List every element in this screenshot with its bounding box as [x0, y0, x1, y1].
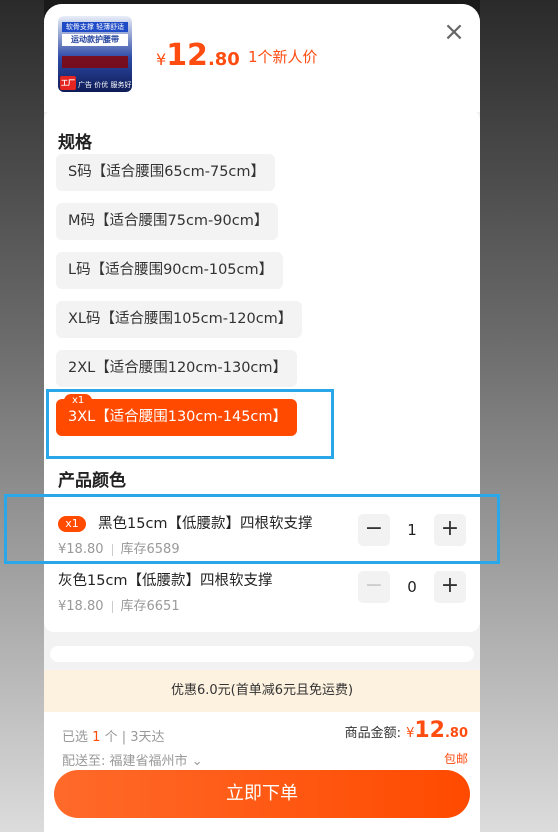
size-option-m[interactable]: M码【适合腰围75cm-90cm】 [56, 203, 279, 240]
total-decimal: .80 [444, 726, 468, 741]
background-right [480, 0, 558, 832]
thumbnail-tagline: 广告 价优 服务好 [78, 81, 132, 89]
checkout-footer: 已选 1 个 | 3天达 配送至: 福建省福州市 ⌄ 商品金额: ¥12.80 … [44, 712, 480, 832]
color-option-gray: 灰色15cm【低腰款】四根软支撑 ¥18.80 库存6651 − 0 + [58, 569, 468, 619]
price-decimal: .80 [207, 49, 240, 70]
promo-banner: 优惠6.0元(首单减6元且免运费) [44, 670, 480, 712]
shipping-destination[interactable]: 配送至: 福建省福州市 ⌄ [62, 750, 203, 769]
chevron-down-icon: ⌄ [191, 754, 203, 769]
total-integer: 12 [414, 718, 445, 743]
quantity-value[interactable]: 0 [397, 571, 427, 603]
highlight-box-color [4, 494, 500, 564]
product-thumbnail[interactable]: 软骨支撑 轻薄舒适 运动款护腰带 工厂直发 广告 价优 服务好 [58, 16, 132, 92]
price-integer: 12 [166, 38, 208, 73]
buy-now-button[interactable]: 立即下单 [54, 770, 470, 818]
decrease-button[interactable]: − [358, 571, 390, 603]
highlight-box-size [46, 389, 334, 459]
ship-address: 福建省福州市 [109, 754, 188, 769]
size-option-xl[interactable]: XL码【适合腰围105cm-120cm】 [56, 301, 303, 338]
color-name[interactable]: 灰色15cm【低腰款】四根软支撑 [58, 569, 273, 590]
size-option-s[interactable]: S码【适合腰围65cm-75cm】 [56, 154, 276, 191]
ship-label: 配送至: [62, 754, 106, 769]
price-note: 1个新人价 [248, 48, 318, 66]
color-title: 产品颜色 [58, 471, 126, 491]
color-meta: ¥18.80 库存6651 [58, 595, 180, 614]
thumbnail-belt-image [62, 56, 128, 68]
thumbnail-product-name: 运动款护腰带 [62, 34, 128, 46]
background-left [0, 0, 44, 832]
selected-suffix: 个 | 3天达 [104, 730, 165, 745]
product-price: ¥12.80 [156, 38, 240, 73]
selected-count: 1 [92, 730, 101, 745]
selected-prefix: 已选 [62, 730, 89, 745]
selection-summary: 已选 1 个 | 3天达 [62, 726, 165, 745]
close-icon[interactable]: × [442, 19, 466, 45]
next-card-edge [50, 646, 474, 662]
thumbnail-caption-top: 软骨支撑 轻薄舒适 [62, 22, 128, 32]
price-currency: ¥ [156, 50, 167, 69]
color-stock: 库存6651 [120, 599, 180, 614]
spec-title: 规格 [58, 133, 92, 153]
size-option-l[interactable]: L码【适合腰围90cm-105cm】 [56, 252, 284, 289]
size-option-2xl[interactable]: 2XL【适合腰围120cm-130cm】 [56, 350, 298, 387]
color-price: ¥18.80 [58, 599, 104, 614]
sheet-header: 软骨支撑 轻薄舒适 运动款护腰带 工厂直发 广告 价优 服务好 ¥12.80 1… [44, 4, 480, 112]
free-shipping-label: 包邮 [443, 752, 468, 766]
factory-logo: 工厂直发 [60, 76, 76, 90]
total-amount: 商品金额: ¥12.80 [345, 718, 468, 743]
divider [111, 600, 113, 613]
increase-button[interactable]: + [434, 571, 466, 603]
total-label: 商品金额: [344, 726, 401, 741]
